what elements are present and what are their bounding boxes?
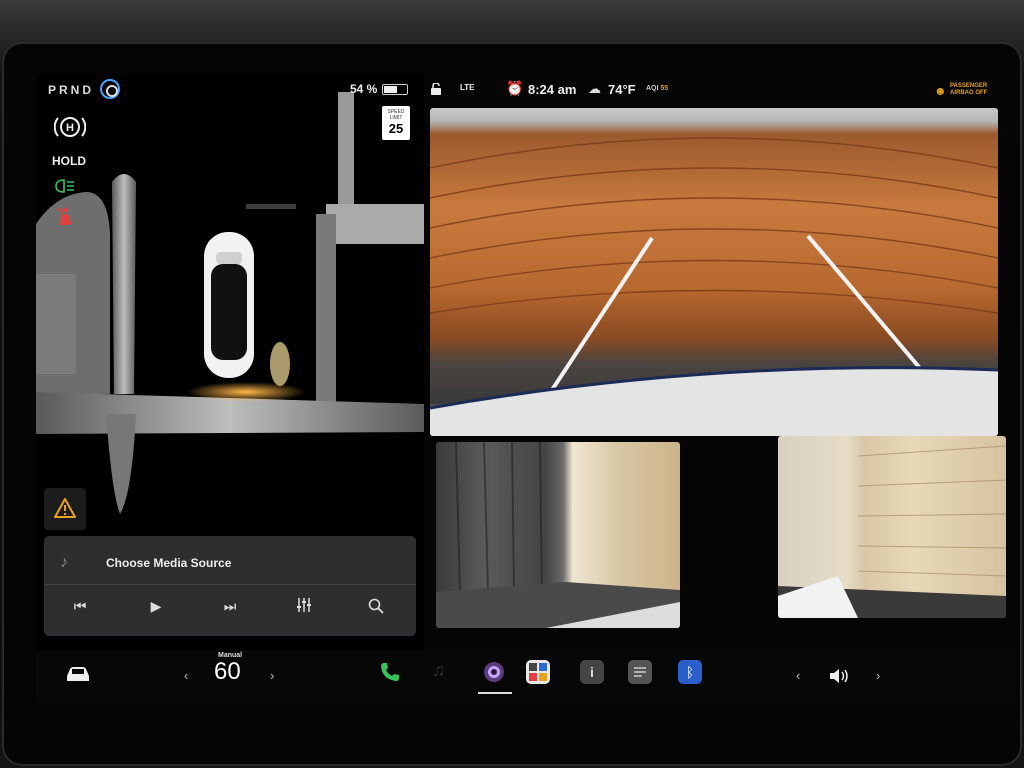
music-icon[interactable]: ♫ [432, 660, 456, 684]
rear-camera-view[interactable] [430, 108, 998, 436]
speed-limit-value: 25 [388, 121, 404, 136]
seatbelt-warning-icon [57, 207, 73, 225]
volume-increase-icon[interactable]: › [876, 668, 880, 683]
volume-icon[interactable] [828, 666, 852, 689]
volume-decrease-icon[interactable]: ‹ [796, 668, 800, 683]
alarm-icon: ⏰ [506, 80, 524, 96]
rear-camera-image [430, 137, 998, 436]
ego-car [204, 232, 254, 378]
vehicle-panel: PRND 54 % H HOLD SPEED LIMIT 25 ♪ Choose… [36, 74, 424, 650]
music-note-icon: ♪ [60, 554, 68, 571]
info-icon[interactable]: i [580, 660, 604, 684]
left-camera-image [436, 442, 680, 628]
right-camera-image [778, 445, 1006, 618]
auto-hold-icon: H [54, 117, 86, 137]
next-track-icon[interactable]: ⏭ [218, 598, 242, 615]
surroundings-visualization [36, 92, 424, 514]
hold-label: HOLD [52, 154, 86, 168]
left-repeater-camera-view[interactable] [436, 442, 680, 628]
speed-increase-icon[interactable]: › [270, 668, 274, 683]
speed-limit-label: SPEED LIMIT [387, 109, 405, 121]
bluetooth-icon[interactable]: ᛒ [678, 660, 702, 684]
aqi-label: AQI [646, 85, 659, 92]
search-icon[interactable] [364, 598, 388, 617]
headlights-icon [55, 179, 74, 193]
play-icon[interactable]: ▶ [144, 598, 168, 615]
warning-icon [54, 498, 76, 518]
warning-button[interactable] [44, 488, 86, 530]
speed-setting[interactable]: 60 [214, 658, 241, 686]
aqi-value: 55 [660, 85, 669, 92]
steering-wheel-icon [100, 79, 120, 99]
touchscreen: PRND 54 % H HOLD SPEED LIMIT 25 ♪ Choose… [36, 74, 1016, 704]
speed-decrease-icon[interactable]: ‹ [184, 668, 188, 683]
lock-icon[interactable] [430, 83, 442, 95]
network-indicator: LTE [460, 83, 475, 92]
media-player: ♪ Choose Media Source ⏮ ▶ ⏭ [44, 536, 416, 636]
airbag-line-2: AIRBAG OFF [950, 90, 988, 96]
right-repeater-camera-view[interactable] [778, 436, 1006, 618]
passenger-airbag-status: PASSENGER AIRBAG OFF [950, 83, 987, 97]
clock: 8:24 am [528, 82, 577, 97]
media-source-button[interactable]: Choose Media Source [106, 556, 231, 570]
previous-track-icon[interactable]: ⏮ [68, 598, 92, 615]
temperature: 74°F [608, 82, 636, 97]
airbag-line-1: PASSENGER [950, 83, 988, 89]
equalizer-icon[interactable] [292, 598, 316, 615]
phone-icon[interactable] [378, 660, 402, 684]
fan-icon[interactable] [526, 660, 550, 684]
cloud-icon: ☁ [588, 81, 601, 96]
app-dock: ‹ Manual 60 › ♫ i ᛒ ‹ › [36, 650, 1016, 704]
media-divider [44, 584, 416, 585]
battery-fill [384, 86, 397, 93]
aqi-indicator: AQI 55 [646, 85, 668, 92]
battery-percent: 54 % [350, 82, 378, 96]
speed-limit-sign: SPEED LIMIT 25 [382, 106, 410, 140]
gear-selector: PRND [48, 83, 95, 97]
car-icon[interactable] [64, 664, 92, 684]
svg-text:H: H [66, 122, 74, 134]
active-app-indicator [478, 692, 512, 694]
notes-icon[interactable] [628, 660, 652, 684]
camera-icon[interactable] [482, 660, 506, 684]
battery-icon [382, 84, 408, 95]
status-bar: LTE ⏰ 8:24 am ☁ 74°F AQI 55 ☻ PASSENGER … [424, 74, 1016, 104]
passenger-airbag-icon: ☻ [934, 84, 947, 98]
